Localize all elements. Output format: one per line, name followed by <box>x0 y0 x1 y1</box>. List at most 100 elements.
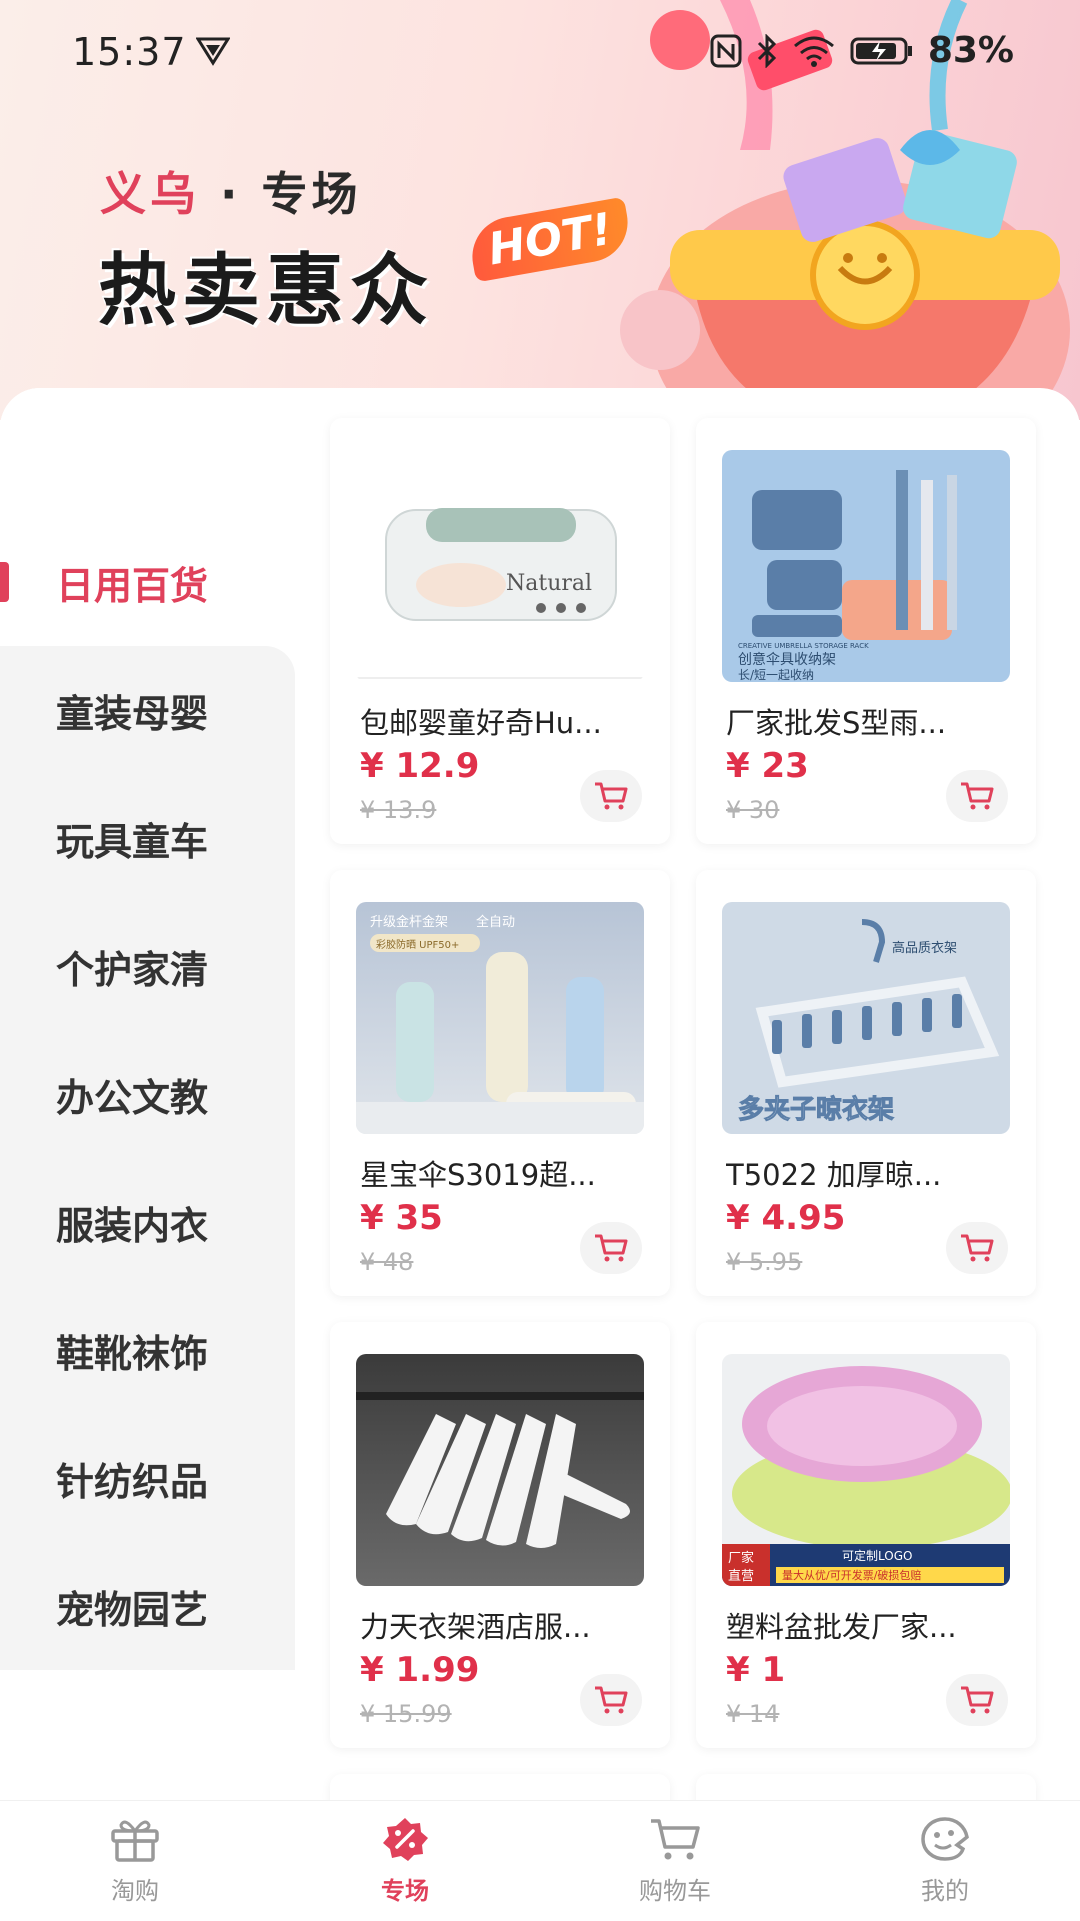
banner-title: 热卖惠众 <box>98 246 435 336</box>
product-name: 星宝伞S3019超... <box>360 1158 596 1192</box>
nav-tab-special[interactable]: 专场 <box>270 1801 540 1921</box>
product-card-partial[interactable] <box>330 1774 670 1800</box>
nav-label: 淘购 <box>111 1877 159 1905</box>
svg-text:升级金杆金架: 升级金杆金架 <box>370 914 448 930</box>
product-card[interactable]: 高品质衣架 多夹子晾衣架 T5022 加厚晾... ¥ 4.95 ¥ 5.95 <box>696 870 1036 1296</box>
clothes-hanger-image <box>356 1392 644 1548</box>
product-name: T5022 加厚晾... <box>726 1158 942 1192</box>
nfc-icon <box>710 34 742 67</box>
product-price: ¥ 1.99 <box>360 1650 480 1690</box>
sidebar-item-toys[interactable]: 玩具童车 <box>0 774 295 902</box>
product-image: CREATIVE UMBRELLA STORAGE RACK 创意伞具收纳架 长… <box>722 450 1010 682</box>
battery-icon <box>850 37 912 64</box>
product-original-price: ¥ 48 <box>360 1248 414 1276</box>
umbrella-rack-image: CREATIVE UMBRELLA STORAGE RACK 创意伞具收纳架 长… <box>738 470 957 682</box>
wipes-image: Natural <box>356 508 644 679</box>
add-to-cart-button[interactable] <box>580 1222 642 1274</box>
sidebar-spacer <box>0 388 295 518</box>
sidebar-item-shoes[interactable]: 鞋靴袜饰 <box>0 1286 295 1414</box>
product-name: 厂家批发S型雨... <box>726 706 947 740</box>
product-original-price: ¥ 14 <box>726 1700 780 1728</box>
svg-text:直营: 直营 <box>728 1569 754 1584</box>
cart-icon <box>961 1686 994 1714</box>
status-icons: 83% <box>710 30 1014 71</box>
svg-text:创意伞具收纳架: 创意伞具收纳架 <box>738 651 836 668</box>
svg-text:厂家: 厂家 <box>728 1550 754 1566</box>
svg-text:Natural: Natural <box>506 571 592 596</box>
add-to-cart-button[interactable] <box>580 1674 642 1726</box>
battery-percentage: 83% <box>927 30 1014 71</box>
product-name: 塑料盆批发厂家... <box>726 1610 957 1644</box>
product-original-price: ¥ 15.99 <box>360 1700 452 1728</box>
product-image: 升级金杆金架 全自动 彩胶防晒 UPF50+ <box>356 902 644 1134</box>
category-sidebar: 日用百货 童装母婴 玩具童车 个护家清 办公文教 服装内衣 鞋靴袜饰 针纺织品 … <box>0 388 295 1800</box>
cart-icon <box>595 1686 628 1714</box>
profile-icon <box>921 1817 969 1861</box>
status-bar: 15:37 83% <box>0 0 1080 110</box>
product-card[interactable]: CREATIVE UMBRELLA STORAGE RACK 创意伞具收纳架 长… <box>696 418 1036 844</box>
add-to-cart-button[interactable] <box>580 770 642 822</box>
product-image <box>356 1354 644 1586</box>
product-original-price: ¥ 30 <box>726 796 780 824</box>
svg-text:彩胶防晒 UPF50+: 彩胶防晒 UPF50+ <box>376 938 459 951</box>
bottom-navigation: 淘购 专场 购物车 我的 <box>0 1800 1080 1921</box>
nav-label: 购物车 <box>639 1877 711 1905</box>
svg-text:高品质衣架: 高品质衣架 <box>892 940 957 956</box>
product-grid: Natural 包邮婴童好奇Hu... ¥ 12.9 ¥ 13.9 CREATI… <box>330 418 1040 1800</box>
svg-text:多夹子晾衣架: 多夹子晾衣架 <box>738 1094 894 1125</box>
cart-icon <box>961 1234 994 1262</box>
svg-text:量大从优/可开发票/破损包赔: 量大从优/可开发票/破损包赔 <box>782 1568 921 1582</box>
product-card-partial[interactable] <box>696 1774 1036 1800</box>
sidebar-item-baby[interactable]: 童装母婴 <box>0 646 295 774</box>
sidebar-item-apparel[interactable]: 服装内衣 <box>0 1158 295 1286</box>
sidebar-item-office[interactable]: 办公文教 <box>0 1030 295 1158</box>
content-panel: 日用百货 童装母婴 玩具童车 个护家清 办公文教 服装内衣 鞋靴袜饰 针纺织品 … <box>0 388 1080 1800</box>
add-to-cart-button[interactable] <box>946 770 1008 822</box>
product-price: ¥ 23 <box>726 746 809 786</box>
nav-label: 我的 <box>921 1877 969 1905</box>
svg-text:全自动: 全自动 <box>476 914 515 930</box>
product-price: ¥ 1 <box>726 1650 786 1690</box>
nav-label: 专场 <box>381 1877 429 1905</box>
add-to-cart-button[interactable] <box>946 1222 1008 1274</box>
product-price: ¥ 35 <box>360 1198 443 1238</box>
product-original-price: ¥ 5.95 <box>726 1248 803 1276</box>
sidebar-item-personal-care[interactable]: 个护家清 <box>0 902 295 1030</box>
product-card[interactable]: Natural 包邮婴童好奇Hu... ¥ 12.9 ¥ 13.9 <box>330 418 670 844</box>
product-image: Natural <box>356 450 644 682</box>
svg-text:可定制LOGO: 可定制LOGO <box>842 1548 912 1563</box>
product-image: 高品质衣架 多夹子晾衣架 <box>722 902 1010 1134</box>
bluetooth-icon <box>757 33 776 68</box>
nav-tab-cart[interactable]: 购物车 <box>540 1801 810 1921</box>
svg-text:长/短一起收纳: 长/短一起收纳 <box>738 668 814 682</box>
umbrella-image: 升级金杆金架 全自动 彩胶防晒 UPF50+ <box>356 914 644 1134</box>
product-card[interactable]: 升级金杆金架 全自动 彩胶防晒 UPF50+ 星宝伞S3019超... ¥ 35… <box>330 870 670 1296</box>
product-image: 厂家 直营 可定制LOGO 量大从优/可开发票/破损包赔 <box>722 1354 1010 1586</box>
promo-banner: 15:37 83% 义乌 · 专场 热卖惠众 HOT! <box>0 0 1080 420</box>
nav-tab-profile[interactable]: 我的 <box>810 1801 1080 1921</box>
sidebar-item-daily-goods[interactable]: 日用百货 <box>0 518 295 646</box>
plastic-basin-image: 厂家 直营 可定制LOGO 量大从优/可开发票/破损包赔 <box>722 1366 1010 1586</box>
banner-subtitle: 义乌 · 专场 <box>100 167 362 221</box>
gift-icon <box>111 1820 159 1862</box>
product-name: 包邮婴童好奇Hu... <box>360 706 602 740</box>
product-card[interactable]: 厂家 直营 可定制LOGO 量大从优/可开发票/破损包赔 塑料盆批发厂家... … <box>696 1322 1036 1748</box>
special-icon <box>383 1818 428 1861</box>
product-price: ¥ 12.9 <box>360 746 480 786</box>
sidebar-item-textiles[interactable]: 针纺织品 <box>0 1414 295 1542</box>
vpn-shield-icon <box>196 37 230 66</box>
wifi-icon <box>793 36 834 67</box>
cart-icon <box>651 1819 700 1860</box>
product-original-price: ¥ 13.9 <box>360 796 437 824</box>
sidebar-item-pets-garden[interactable]: 宠物园艺 <box>0 1542 295 1670</box>
product-name: 力天衣架酒店服... <box>360 1610 591 1644</box>
product-price: ¥ 4.95 <box>726 1198 846 1238</box>
nav-tab-taogou[interactable]: 淘购 <box>0 1801 270 1921</box>
active-marker <box>0 562 9 602</box>
status-time: 15:37 <box>72 30 187 74</box>
product-card[interactable]: 力天衣架酒店服... ¥ 1.99 ¥ 15.99 <box>330 1322 670 1748</box>
svg-text:CREATIVE UMBRELLA STORAGE RACK: CREATIVE UMBRELLA STORAGE RACK <box>738 642 869 650</box>
cart-icon <box>595 1234 628 1262</box>
add-to-cart-button[interactable] <box>946 1674 1008 1726</box>
cart-icon <box>961 782 994 810</box>
